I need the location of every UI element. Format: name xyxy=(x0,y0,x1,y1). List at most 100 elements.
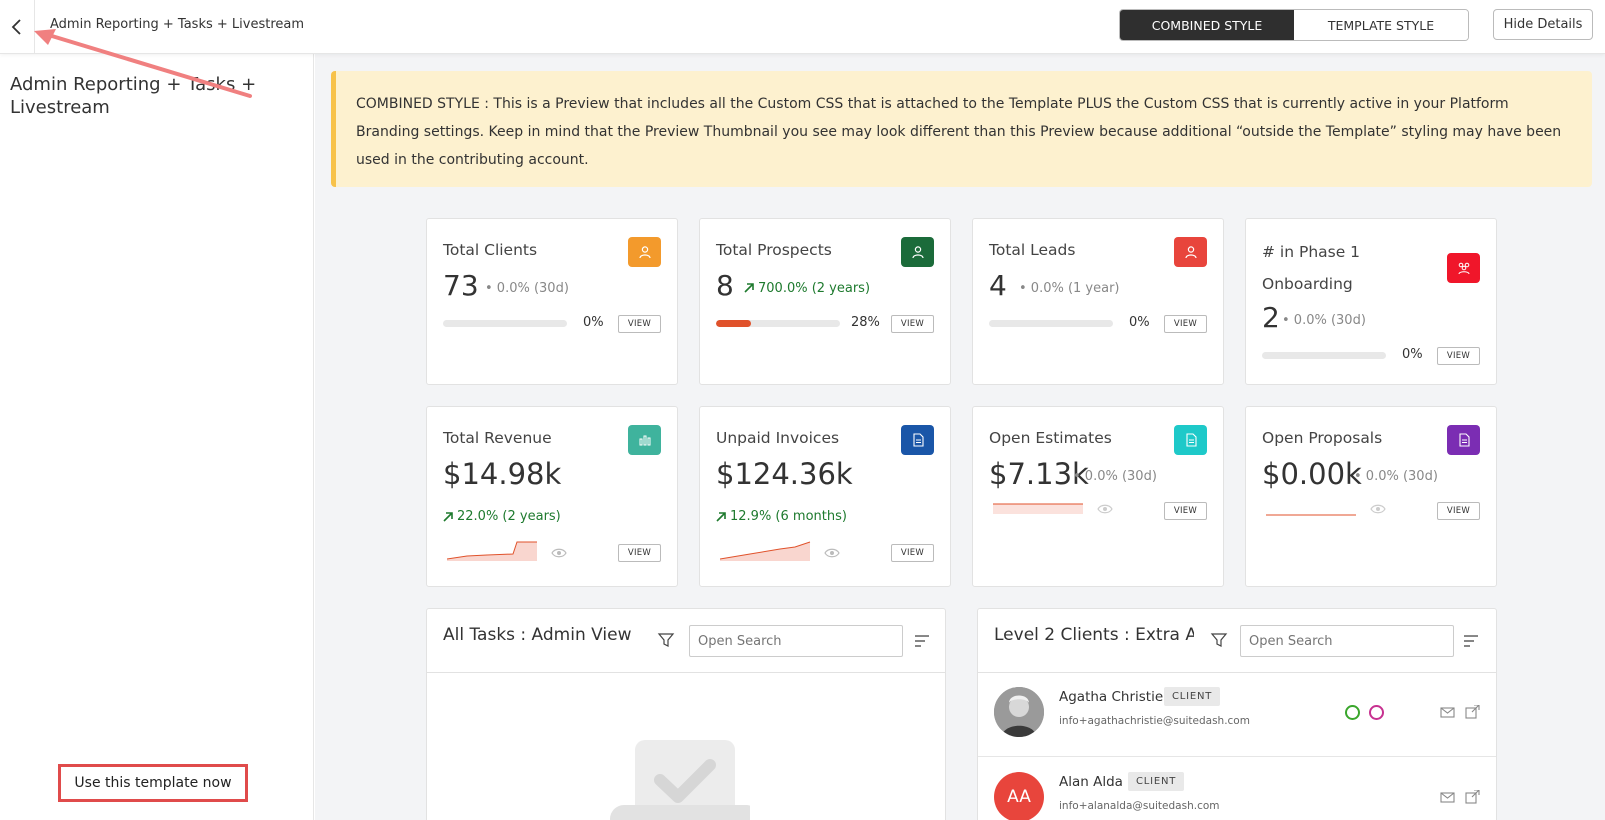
eye-icon[interactable] xyxy=(1097,503,1113,515)
client-row[interactable]: Agatha Christie CLIENT info+agathachrist… xyxy=(978,673,1496,757)
progress-bar xyxy=(716,320,840,327)
sparkline xyxy=(993,503,1083,514)
combined-style-tab[interactable]: COMBINED STYLE xyxy=(1120,10,1294,40)
level2-clients-panel: Level 2 Clients : Extra Attention Agatha… xyxy=(977,608,1497,820)
card-label: Open Estimates xyxy=(989,429,1112,447)
client-badge: CLIENT xyxy=(1164,687,1221,706)
client-badge: CLIENT xyxy=(1128,772,1185,791)
divider xyxy=(427,672,945,673)
eye-icon[interactable] xyxy=(824,547,840,559)
stat-card-total-clients: Total Clients 73 • 0.0% (30d) 0% VIEW xyxy=(426,218,678,385)
arrow-up-right-icon xyxy=(716,512,726,522)
search-input[interactable] xyxy=(689,625,903,657)
stat-delta: • 0.0% (1 year) xyxy=(1019,281,1120,296)
use-template-button[interactable]: Use this template now xyxy=(58,764,248,802)
stat-card-total-leads: Total Leads 4 • 0.0% (1 year) 0% VIEW xyxy=(972,218,1224,385)
card-label: Unpaid Invoices xyxy=(716,429,840,447)
arrow-up-right-icon xyxy=(443,512,453,522)
progress-percent: 0% xyxy=(583,315,604,330)
card-label: Total Leads xyxy=(989,241,1076,259)
client-email: info+alanalda@suitedash.com xyxy=(1059,800,1220,812)
user-icon xyxy=(901,237,934,267)
sparkline xyxy=(447,541,537,561)
view-button[interactable]: VIEW xyxy=(891,544,934,562)
view-button[interactable]: VIEW xyxy=(1437,502,1480,520)
avatar: AA xyxy=(994,772,1044,820)
mail-icon[interactable] xyxy=(1440,790,1455,804)
stat-delta: • 0.0% (30d) xyxy=(485,281,569,296)
stat-delta: 700.0% (2 years) xyxy=(758,281,871,296)
progress-bar xyxy=(1262,352,1386,359)
arrow-up-right-icon xyxy=(744,283,754,293)
card-label: Total Clients xyxy=(443,241,538,259)
stat-card-open-proposals: Open Proposals $0.00k • 0.0% (30d) VIEW xyxy=(1245,406,1497,587)
sparkline xyxy=(1266,514,1356,516)
client-row[interactable]: AA Alan Alda CLIENT info+alanalda@suited… xyxy=(978,758,1496,820)
status-circle-magenta[interactable] xyxy=(1369,705,1384,720)
sidebar-title: Admin Reporting + Tasks + Livestream xyxy=(10,74,257,118)
progress-percent: 28% xyxy=(851,315,880,330)
view-button[interactable]: VIEW xyxy=(1437,347,1480,365)
tasks-panel: All Tasks : Admin View xyxy=(426,608,946,820)
card-label: Total Revenue xyxy=(443,429,552,447)
stat-card-phase1-onboarding: # in Phase 1 Onboarding 2 • 0.0% (30d) 0… xyxy=(1245,218,1497,385)
stat-value: $124.36k xyxy=(716,457,853,491)
view-button[interactable]: VIEW xyxy=(618,315,661,333)
document-icon xyxy=(1447,425,1480,455)
sidebar: Admin Reporting + Tasks + Livestream Use… xyxy=(0,54,314,820)
sort-icon[interactable] xyxy=(1463,634,1479,648)
client-name[interactable]: Alan Alda xyxy=(1059,774,1123,790)
empty-checkmark-icon xyxy=(610,740,750,820)
view-button[interactable]: VIEW xyxy=(1164,315,1207,333)
progress-bar xyxy=(989,320,1113,327)
stat-card-unpaid-invoices: Unpaid Invoices $124.36k 12.9% (6 months… xyxy=(699,406,951,587)
client-name[interactable]: Agatha Christie xyxy=(1059,689,1163,705)
progress-bar xyxy=(443,320,567,327)
sort-icon[interactable] xyxy=(914,634,930,648)
eye-icon[interactable] xyxy=(1370,503,1386,515)
card-label: Open Proposals xyxy=(1262,429,1383,447)
stat-value: $0.00k xyxy=(1262,457,1362,491)
group-icon xyxy=(1447,253,1480,283)
chevron-left-icon xyxy=(11,19,21,35)
stat-delta: 12.9% (6 months) xyxy=(730,509,847,524)
avatar xyxy=(994,687,1044,737)
hide-details-button[interactable]: Hide Details xyxy=(1493,9,1593,40)
external-link-icon[interactable] xyxy=(1465,705,1480,719)
filter-icon[interactable] xyxy=(657,631,675,649)
view-button[interactable]: VIEW xyxy=(1164,502,1207,520)
stat-card-total-prospects: Total Prospects 8 700.0% (2 years) 28% V… xyxy=(699,218,951,385)
filter-icon[interactable] xyxy=(1210,631,1228,649)
top-bar: Admin Reporting + Tasks + Livestream COM… xyxy=(0,0,1605,54)
external-link-icon[interactable] xyxy=(1465,790,1480,804)
eye-icon[interactable] xyxy=(551,547,567,559)
progress-percent: 0% xyxy=(1129,315,1150,330)
stat-delta: 22.0% (2 years) xyxy=(457,509,561,524)
stat-value: 73 xyxy=(443,269,479,302)
status-circle-green[interactable] xyxy=(1345,705,1360,720)
stat-value: 8 xyxy=(716,269,734,302)
bar-chart-icon xyxy=(628,425,661,455)
document-icon xyxy=(901,425,934,455)
stat-card-total-revenue: Total Revenue $14.98k 22.0% (2 years) VI… xyxy=(426,406,678,587)
template-style-tab[interactable]: TEMPLATE STYLE xyxy=(1294,10,1468,40)
search-input[interactable] xyxy=(1240,625,1454,657)
preview-area: COMBINED STYLE : This is a Preview that … xyxy=(315,54,1605,820)
stat-value: $14.98k xyxy=(443,457,562,491)
card-label: # in Phase 1 Onboarding xyxy=(1262,243,1361,293)
style-toggle: COMBINED STYLE TEMPLATE STYLE xyxy=(1119,9,1469,41)
card-label: Total Prospects xyxy=(716,241,832,259)
stat-delta: • 0.0% (30d) xyxy=(1282,313,1366,328)
stat-value: 2 xyxy=(1262,301,1280,334)
panel-title: All Tasks : Admin View xyxy=(443,625,632,645)
back-button[interactable] xyxy=(0,0,35,54)
mail-icon[interactable] xyxy=(1440,705,1455,719)
client-email: info+agathachristie@suitedash.com xyxy=(1059,715,1250,727)
document-icon xyxy=(1174,425,1207,455)
progress-percent: 0% xyxy=(1402,347,1423,362)
template-title: Admin Reporting + Tasks + Livestream xyxy=(50,17,305,32)
view-button[interactable]: VIEW xyxy=(618,544,661,562)
user-icon xyxy=(1174,237,1207,267)
view-button[interactable]: VIEW xyxy=(891,315,934,333)
sparkline xyxy=(720,541,811,561)
